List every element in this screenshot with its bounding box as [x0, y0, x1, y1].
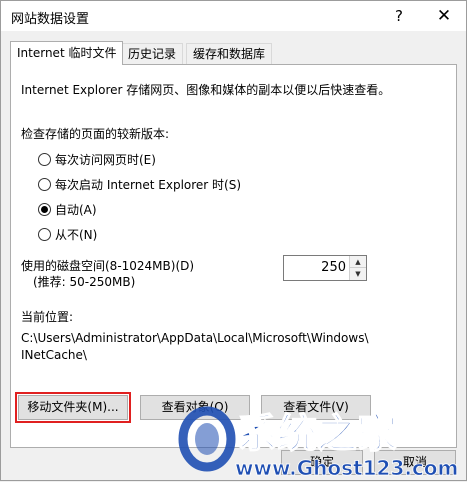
radio-every-start[interactable] — [38, 178, 51, 191]
check-versions-label: 检查存储的页面的较新版本: — [21, 127, 170, 141]
tab-history[interactable]: 历史记录 — [121, 43, 184, 64]
tab-label: 历史记录 — [128, 47, 177, 61]
radio-every-visit[interactable] — [38, 153, 51, 166]
spin-down-arrow-icon[interactable]: ▼ — [349, 268, 366, 280]
tab-panel: Internet Explorer 存储网页、图像和媒体的副本以便以后快速查看。… — [10, 64, 457, 448]
move-folder-button[interactable]: 移动文件夹(M)... — [15, 392, 131, 423]
current-location-label: 当前位置: — [21, 310, 74, 324]
button-label: 移动文件夹(M)... — [27, 400, 119, 414]
close-button[interactable]: ✕ — [421, 1, 467, 31]
spin-up-arrow-icon[interactable]: ▲ — [349, 256, 366, 268]
view-objects-button[interactable]: 查看对象(O) — [140, 395, 250, 420]
tab-internet-temp-files[interactable]: Internet 临时文件 — [10, 41, 124, 65]
disk-space-label: 使用的磁盘空间(8-1024MB)(D) — [21, 259, 195, 273]
radio-never[interactable] — [38, 228, 51, 241]
tab-label: Internet 临时文件 — [17, 46, 117, 60]
help-button[interactable]: ? — [376, 1, 422, 31]
website-data-settings-dialog: 网站数据设置 ? ✕ Internet 临时文件 历史记录 缓存和数据库 Int… — [0, 0, 467, 481]
radio-label[interactable]: 每次访问网页时(E) — [55, 151, 156, 168]
disk-space-value[interactable]: 250 — [321, 260, 346, 275]
button-label: 查看文件(V) — [283, 400, 349, 414]
radio-label[interactable]: 每次启动 Internet Explorer 时(S) — [55, 176, 241, 193]
tab-label: 缓存和数据库 — [193, 47, 266, 61]
close-icon: ✕ — [436, 6, 452, 26]
radio-automatic[interactable] — [38, 203, 51, 216]
radio-label[interactable]: 从不(N) — [55, 226, 97, 243]
button-label: 取消 — [402, 455, 427, 469]
location-path-line1: C:\Users\Administrator\AppData\Local\Mic… — [21, 331, 369, 345]
button-label: 确定 — [309, 455, 334, 469]
radio-label[interactable]: 自动(A) — [55, 201, 97, 218]
help-icon: ? — [395, 7, 403, 25]
description-text: Internet Explorer 存储网页、图像和媒体的副本以便以后快速查看。 — [21, 83, 391, 97]
location-path-line2: INetCache\ — [21, 348, 87, 362]
window-title: 网站数据设置 — [11, 12, 90, 27]
tab-caches-databases[interactable]: 缓存和数据库 — [186, 43, 273, 64]
view-files-button[interactable]: 查看文件(V) — [261, 395, 371, 420]
title-bar: 网站数据设置 ? ✕ — [1, 1, 466, 31]
button-label: 查看对象(O) — [161, 400, 229, 414]
cancel-button[interactable]: 取消 — [374, 450, 456, 475]
disk-space-recommendation: (推荐: 50-250MB) — [33, 275, 136, 289]
ok-button[interactable]: 确定 — [281, 450, 363, 475]
disk-space-spinner[interactable]: 250 ▲ ▼ — [283, 255, 367, 281]
